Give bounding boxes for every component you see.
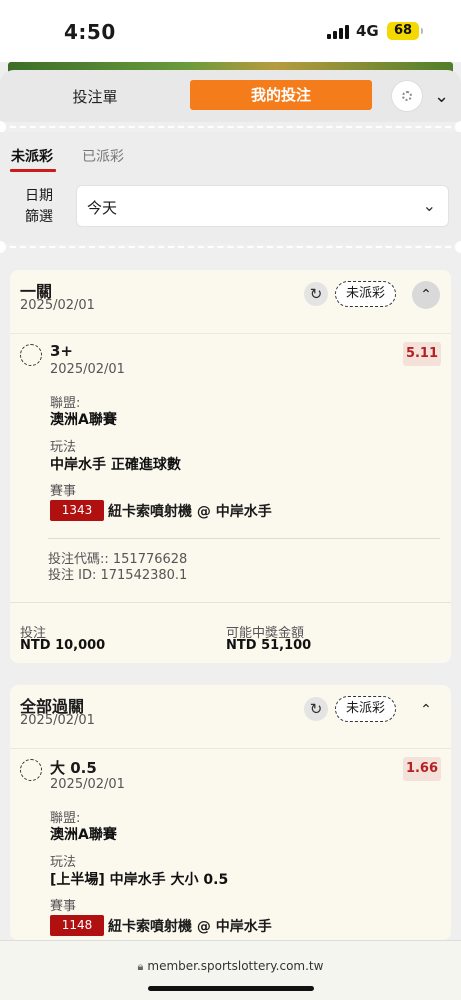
network-type: 4G: [356, 22, 379, 40]
divider: [48, 538, 440, 539]
payout-value: NTD 51,100: [226, 638, 312, 653]
market-value: 中岸水手 正確進球數: [50, 457, 181, 473]
selection-name: 3+: [50, 342, 74, 360]
home-indicator[interactable]: [148, 986, 314, 991]
selection-date: 2025/02/01: [50, 777, 125, 792]
bet-codes: 投注代碼:: 151776628 投注 ID: 171542380.1: [48, 552, 187, 584]
date-filter-select[interactable]: 今天 ⌄: [76, 185, 449, 227]
date-filter-value: 今天: [87, 199, 118, 217]
bet-card: 全部過關 2025/02/01 ↻ 未派彩 ⌃ 大 0.5 2025/02/01…: [10, 685, 451, 940]
lock-icon: 🔒︎: [137, 960, 144, 973]
chevron-down-icon[interactable]: ⌄: [434, 86, 449, 107]
bet-card-header: 全部過關 2025/02/01 ↻ 未派彩 ⌃: [10, 685, 451, 749]
bet-id: 投注 ID: 171542380.1: [48, 568, 188, 583]
odds-badge: 1.66: [403, 757, 441, 781]
signal-icon: [327, 25, 351, 39]
selection-name: 大 0.5: [50, 759, 97, 777]
refresh-icon[interactable]: ↻: [304, 282, 328, 306]
event-label: 賽事: [50, 899, 77, 914]
browser-url-bar[interactable]: 🔒︎ member.sportslottery.com.tw: [0, 940, 461, 1000]
pending-icon: [20, 344, 42, 366]
event-id-badge: 1148: [50, 915, 104, 936]
refresh-icon[interactable]: ↻: [304, 697, 328, 721]
divider: [0, 246, 461, 248]
battery-icon: 68: [387, 22, 423, 40]
ticket-notch-right: [455, 241, 461, 253]
date-filter-label-line1: 日期: [25, 188, 53, 204]
event-name: 紐卡索噴射機 @ 中岸水手: [108, 504, 272, 520]
event-id-badge: 1343: [50, 500, 104, 521]
bet-card: 一關 2025/02/01 ↻ 未派彩 ⌃ 3+ 2025/02/01 5.11…: [10, 270, 451, 663]
subtab-settled[interactable]: 已派彩: [82, 146, 124, 166]
bet-code: 投注代碼:: 151776628: [48, 552, 188, 567]
bet-card-header: 一關 2025/02/01 ↻ 未派彩 ⌃: [10, 270, 451, 334]
status-badge: 未派彩: [335, 281, 397, 307]
league-value: 澳洲A聯賽: [50, 827, 117, 843]
market-label: 玩法: [50, 440, 77, 455]
market-label: 玩法: [50, 855, 77, 870]
tab-my-bets[interactable]: 我的投注: [190, 80, 372, 110]
divider: [10, 602, 451, 603]
market-value: [上半場] 中岸水手 大小 0.5: [50, 872, 229, 888]
odds-badge: 5.11: [403, 342, 441, 366]
collapse-button[interactable]: ⌃: [412, 281, 440, 309]
selection-date: 2025/02/01: [50, 362, 125, 377]
status-badge: 未派彩: [335, 696, 397, 722]
url-text: member.sportslottery.com.tw: [147, 959, 324, 973]
bet-date: 2025/02/01: [20, 298, 95, 313]
event-label: 賽事: [50, 484, 77, 499]
settings-icon[interactable]: [391, 80, 423, 112]
subtab-unsettled[interactable]: 未派彩: [10, 146, 56, 172]
url-display: 🔒︎ member.sportslottery.com.tw: [0, 959, 461, 974]
bet-date: 2025/02/01: [20, 713, 95, 728]
divider: [0, 126, 461, 128]
status-time: 4:50: [64, 20, 116, 44]
stake-value: NTD 10,000: [20, 638, 106, 653]
event-name: 紐卡索噴射機 @ 中岸水手: [108, 919, 272, 935]
status-bar: 4:50 4G 68: [0, 0, 461, 62]
chevron-down-icon: ⌄: [422, 196, 436, 215]
date-filter-label: 日期 篩選: [22, 186, 56, 228]
pending-icon: [20, 759, 42, 781]
collapse-button[interactable]: ⌃: [412, 696, 440, 724]
league-value: 澳洲A聯賽: [50, 412, 117, 428]
date-filter-label-line2: 篩選: [25, 209, 53, 225]
tab-betslip[interactable]: 投注單: [40, 83, 150, 111]
